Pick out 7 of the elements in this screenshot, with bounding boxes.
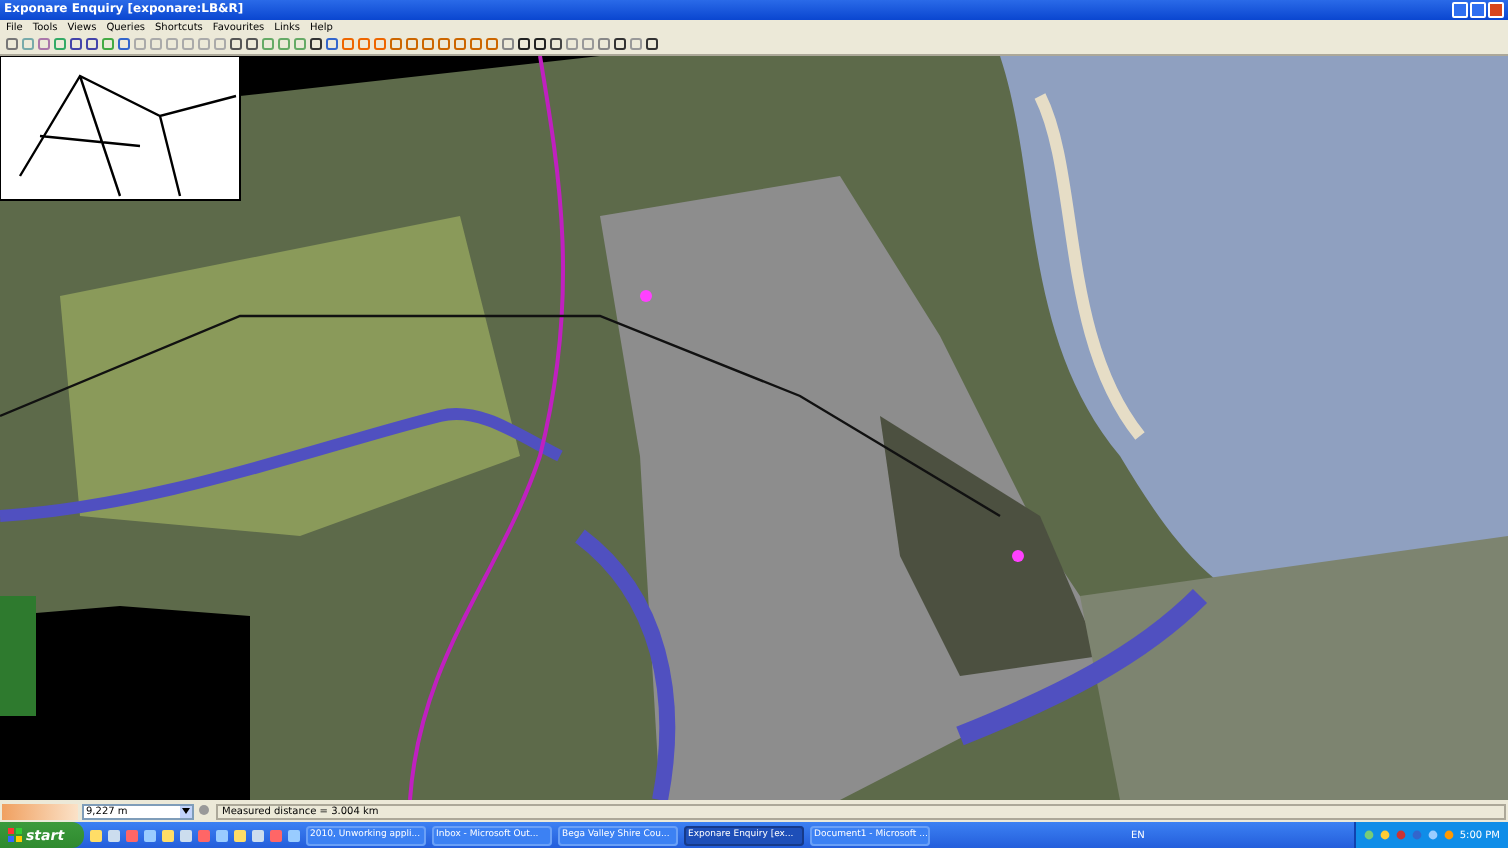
dropdown-caret-icon[interactable] [180, 805, 192, 818]
close-button[interactable] [1488, 1, 1504, 18]
progress-indicator [2, 803, 78, 820]
minimize-button[interactable] [1452, 1, 1468, 18]
maximize-button[interactable] [1470, 1, 1486, 18]
windows-logo-icon [8, 828, 22, 843]
measure-icon[interactable] [198, 804, 212, 819]
